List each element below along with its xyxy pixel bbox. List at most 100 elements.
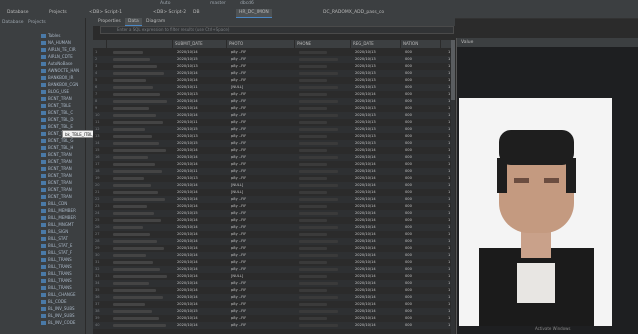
table-cell[interactable]: 000 [405,133,412,140]
table-cell[interactable]: 1 [448,91,450,98]
table-cell[interactable]: p8y ..FIF [231,112,246,119]
tab-database[interactable]: Database [2,19,23,27]
table-cell[interactable]: p8y ..FIF [231,119,246,126]
table-cell[interactable]: 2020/10/14 [355,231,376,238]
table-cell[interactable]: 000 [405,287,412,294]
table-cell[interactable]: 1 [448,56,450,63]
table-cell[interactable]: 1 [448,322,450,329]
table-cell[interactable]: 1 [448,224,450,231]
tree-item[interactable]: BCNT_TBL_G [41,137,73,144]
toolbar-item[interactable]: master [210,1,226,7]
table-row[interactable]: 5 2020/10/14 p8y ..FIF 2020/10/13 000 1 [93,77,455,84]
table-row[interactable]: 22 2020/10/14 p8y ..FIF 2020/10/14 000 1 [93,196,455,203]
tree-item[interactable]: Tables [41,32,60,39]
table-cell[interactable]: p8y ..FIF [231,308,246,315]
table-cell[interactable]: 2020/10/14 [177,49,198,56]
table-cell[interactable]: 2020/10/14 [355,175,376,182]
table-cell[interactable]: p8y ..FIF [231,140,246,147]
table-cell[interactable]: 2020/10/14 [177,105,198,112]
table-cell[interactable]: 000 [405,70,412,77]
table-cell[interactable]: p8y ..FIF [231,77,246,84]
table-cell[interactable]: 2020/10/14 [355,210,376,217]
table-cell[interactable]: 2020/10/14 [355,259,376,266]
table-cell[interactable]: 1 [448,105,450,112]
table-cell[interactable]: 2020/10/13 [355,105,376,112]
tree-item[interactable]: BILL_TRANS [41,256,72,263]
table-cell[interactable]: p8y ..FIF [231,168,246,175]
table-cell[interactable]: 000 [405,91,412,98]
tree-item[interactable]: BILL_TRANS [41,277,72,284]
tree-item[interactable]: AWNOCTE_HAN [41,67,79,74]
table-row[interactable]: 2 2020/10/15 p8y ..FIF 2020/10/13 000 1 [93,56,455,63]
table-cell[interactable]: 000 [405,140,412,147]
table-cell[interactable]: 1 [448,77,450,84]
table-cell[interactable]: 000 [405,105,412,112]
table-cell[interactable]: p8y ..FIF [231,217,246,224]
table-row[interactable]: 31 2020/10/14 p8y ..FIF 2020/10/14 000 1 [93,259,455,266]
table-cell[interactable]: 2020/10/14 [177,259,198,266]
table-row[interactable]: 8 2020/10/14 p8y ..FIF 2020/10/14 000 1 [93,98,455,105]
table-cell[interactable]: 2020/10/14 [177,252,198,259]
table-cell[interactable]: 1 [448,280,450,287]
table-cell[interactable]: 000 [405,119,412,126]
table-row[interactable]: 3 2020/10/13 p8y ..FIF 2020/10/13 000 1 [93,63,455,70]
column-header[interactable]: SUBMIT_DATE [173,40,227,48]
table-row[interactable]: 28 2020/10/14 p8y ..FIF 2020/10/14 000 1 [93,238,455,245]
tree-item[interactable]: BILL_TRANS [41,270,72,277]
editor-tab[interactable]: HR_DC_IMON [236,9,272,18]
tree-item[interactable]: BCNT_TRAN [41,186,72,193]
table-cell[interactable]: 1 [448,266,450,273]
filter-input[interactable]: Enter a SQL expression to filter results… [100,26,454,34]
table-row[interactable]: 26 2020/10/14 p8y ..FIF 2020/10/14 000 1 [93,224,455,231]
table-cell[interactable]: 17 [95,161,100,168]
table-cell[interactable]: p8y ..FIF [231,294,246,301]
table-cell[interactable]: p8y ..FIF [231,203,246,210]
table-cell[interactable]: 2020/10/14 [177,315,198,322]
table-cell[interactable]: 2020/10/14 [177,224,198,231]
tree-item[interactable]: BL_CODE [41,298,67,305]
table-row[interactable]: 20 2020/10/14 [NULL] 2020/10/14 000 1 [93,182,455,189]
table-cell[interactable]: 2020/10/14 [355,182,376,189]
tree-item[interactable]: BILL_SIGN [41,228,68,235]
tree-item[interactable]: BLOG_USE [41,88,69,95]
table-cell[interactable]: 000 [405,273,412,280]
table-cell[interactable]: 2 [95,56,97,63]
table-cell[interactable]: 31 [95,259,100,266]
tree-item[interactable]: BCNT_TBL_E [41,123,73,130]
table-cell[interactable]: 12 [95,126,100,133]
table-cell[interactable]: 1 [448,287,450,294]
table-cell[interactable]: 2020/10/14 [177,98,198,105]
table-row[interactable]: 15 2020/10/14 p8y ..FIF 2020/10/14 000 1 [93,147,455,154]
table-cell[interactable]: 2020/10/14 [177,203,198,210]
table-row[interactable]: 32 2020/10/14 p8y ..FIF 2020/10/14 000 1 [93,266,455,273]
table-cell[interactable]: 1 [448,98,450,105]
table-cell[interactable]: 000 [405,112,412,119]
table-cell[interactable]: 000 [405,175,412,182]
table-cell[interactable]: 000 [405,301,412,308]
table-cell[interactable]: 2020/10/13 [177,133,198,140]
table-cell[interactable]: 2020/10/14 [355,238,376,245]
table-cell[interactable]: 2020/10/13 [355,77,376,84]
table-cell[interactable]: 000 [405,308,412,315]
table-row[interactable]: 24 2020/10/15 p8y ..FIF 2020/10/14 000 1 [93,210,455,217]
tree-item[interactable]: BCNT_TRAN [41,172,72,179]
table-cell[interactable]: [NULL] [231,182,243,189]
tree-item[interactable]: BCNT_TBL_D [41,116,73,123]
tree-item[interactable]: BCNT_TRAN [41,193,72,200]
table-cell[interactable]: 1 [448,140,450,147]
table-cell[interactable]: 000 [405,168,412,175]
table-cell[interactable]: 2020/10/13 [355,70,376,77]
table-cell[interactable]: 1 [448,161,450,168]
table-cell[interactable]: 36 [95,294,100,301]
table-cell[interactable]: p8y ..FIF [231,245,246,252]
table-row[interactable]: 33 2020/10/14 [NULL] 2020/10/14 000 1 [93,273,455,280]
table-cell[interactable]: 000 [405,77,412,84]
editor-tab[interactable]: DB [190,9,203,17]
table-row[interactable]: 4 2020/10/14 p8y ..FIF 2020/10/13 000 1 [93,70,455,77]
table-cell[interactable]: 2020/10/11 [177,168,198,175]
table-cell[interactable]: 28 [95,238,100,245]
column-header[interactable] [107,40,173,48]
table-cell[interactable]: p8y ..FIF [231,224,246,231]
table-cell[interactable]: 000 [405,189,412,196]
table-cell[interactable]: 20 [95,182,100,189]
